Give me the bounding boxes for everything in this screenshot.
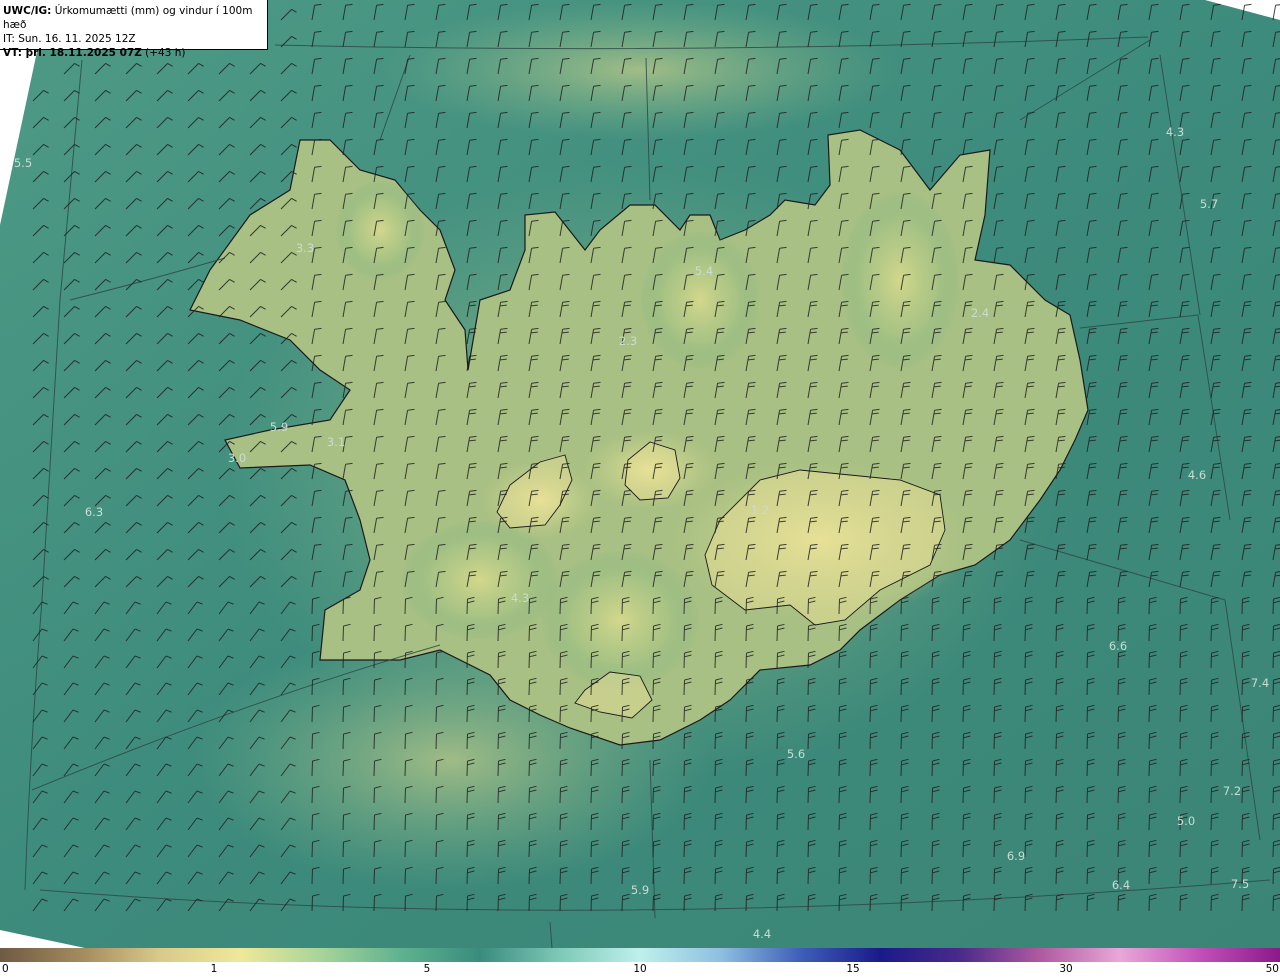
map-value: 5.6 [786, 747, 806, 761]
map-info-box: UWC/IG: Úrkomumætti (mm) og vindur í 100… [0, 0, 268, 59]
map-value: 6.9 [1006, 849, 1026, 863]
valid-time-line: VT: þri. 18.11.2025 07Z (+43 h) [3, 46, 267, 60]
colorbar-tick: 30 [1059, 963, 1073, 975]
map-value: 5.7 [1199, 197, 1219, 211]
map-value: 5.4 [694, 264, 714, 278]
map-value: 6.6 [1108, 639, 1128, 653]
map-value: 5.9 [269, 420, 289, 434]
map-value: 4.6 [1187, 468, 1207, 482]
colorbar-tick: 50 [1265, 963, 1279, 975]
valid-time: þri. 18.11.2025 07Z [21, 47, 142, 59]
map-value: 4.4 [752, 927, 772, 941]
map-value: 7.5 [1230, 877, 1250, 891]
model-tag: UWC/IG: [3, 5, 52, 17]
map-value: 3.1 [326, 435, 346, 449]
map-value: 2.3 [618, 334, 638, 348]
lead-time: (+43 h) [141, 47, 186, 59]
map-value: 7.4 [1250, 676, 1270, 690]
map-value: 2.4 [970, 306, 990, 320]
colorbar-tick: 5 [423, 963, 431, 975]
map-value: 4.3 [1165, 125, 1185, 139]
title-line: UWC/IG: Úrkomumætti (mm) og vindur í 100… [3, 4, 267, 32]
map-value: 1.2 [750, 503, 770, 517]
forecast-map [0, 0, 1280, 948]
colorbar-tick: 0 [2, 963, 9, 975]
colorbar-tick: 10 [633, 963, 647, 975]
issue-time: IT: Sun. 16. 11. 2025 12Z [3, 33, 136, 45]
map-value: 7.2 [1222, 784, 1242, 798]
valid-label: VT: [3, 47, 22, 59]
map-value: 3.3 [295, 241, 315, 255]
colorbar-tick: 15 [846, 963, 860, 975]
map-value: 5.9 [630, 883, 650, 897]
map-value: 5.5 [13, 156, 33, 170]
map-value: 3.0 [227, 451, 247, 465]
map-value: 6.3 [84, 505, 104, 519]
map-value: 6.4 [1111, 878, 1131, 892]
map-value: 5.0 [1176, 814, 1196, 828]
colorbar-tick: 1 [210, 963, 218, 975]
colorbar [0, 948, 1280, 962]
map-value: 4.3 [510, 591, 530, 605]
